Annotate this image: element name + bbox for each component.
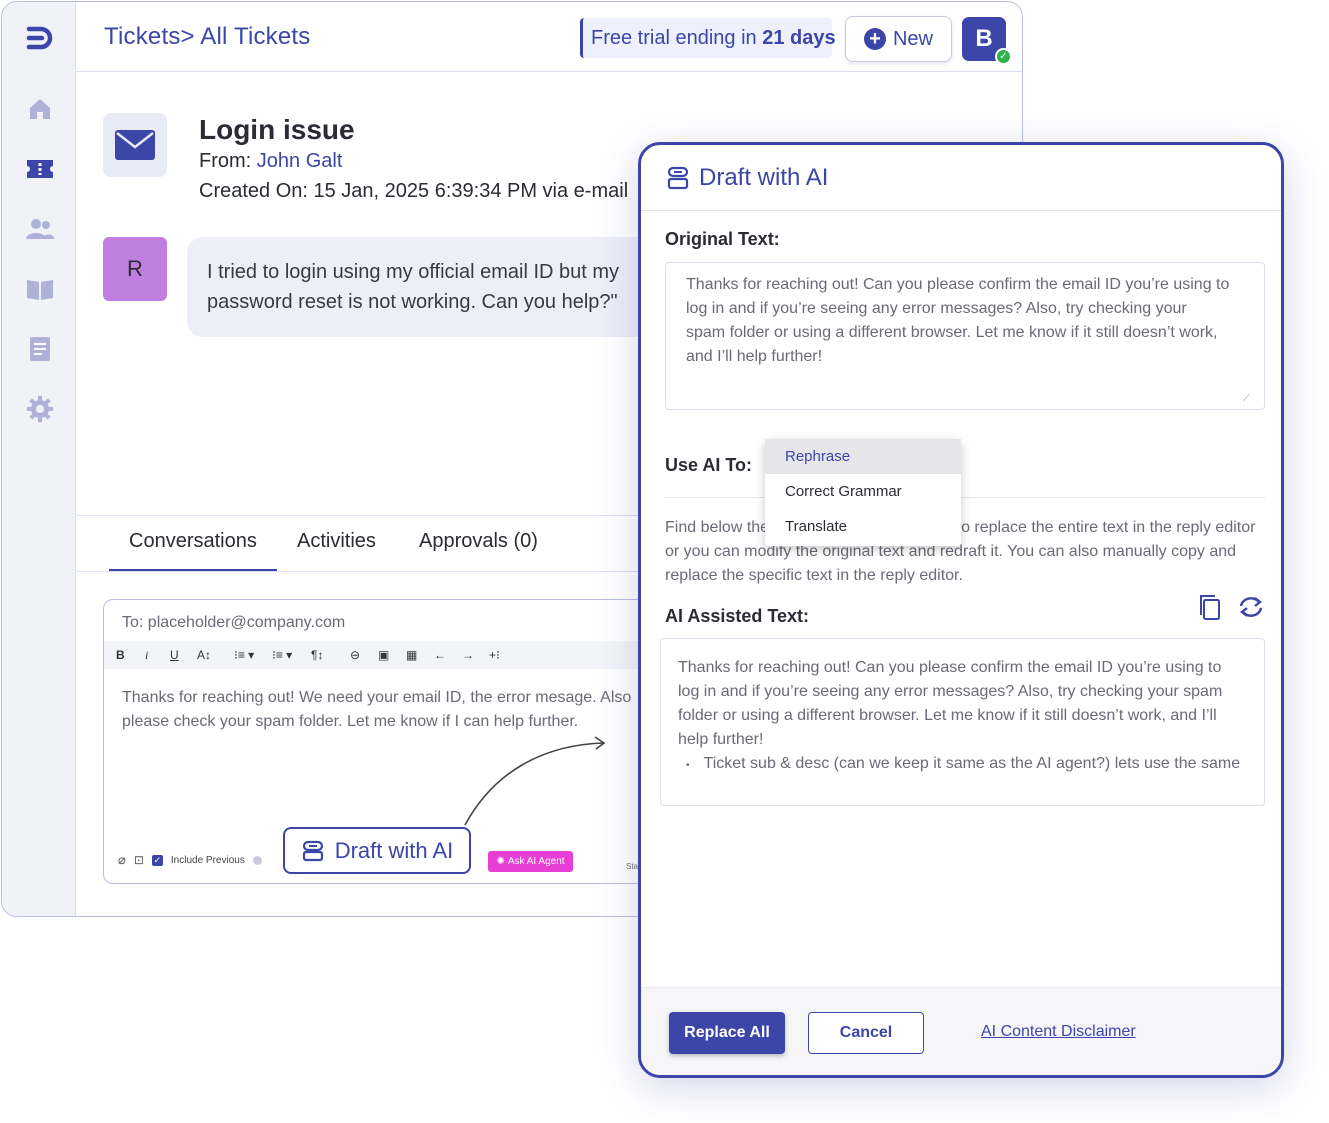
panel-header: Draft with AI (641, 145, 1281, 211)
document-icon[interactable] (25, 334, 55, 364)
original-text-area[interactable]: Thanks for reaching out! Can you please … (665, 262, 1265, 410)
tab-approvals[interactable]: Approvals (0) (419, 530, 538, 553)
info-icon (252, 855, 262, 865)
assisted-bullet-text: Ticket sub & desc (can we keep it same a… (703, 755, 1241, 772)
tab-activities[interactable]: Activities (297, 530, 376, 553)
draft-ai-panel: Draft with AI Original Text: Thanks for … (638, 142, 1284, 1078)
new-button[interactable]: + New (845, 16, 952, 62)
trial-days: 21 days (762, 27, 836, 49)
cancel-button[interactable]: Cancel (808, 1012, 924, 1054)
use-ai-label: Use AI To: (665, 455, 753, 475)
italic-icon[interactable]: i (145, 648, 148, 663)
panel-title: Draft with AI (699, 164, 829, 191)
tab-conversations[interactable]: Conversations (129, 530, 257, 553)
trial-text: Free trial ending in (591, 27, 763, 49)
ask-ai-agent-button[interactable]: ✺ Ask AI Agent (488, 851, 573, 872)
underline-icon[interactable]: U (170, 648, 179, 662)
hint-rest: or you can modify the original text and … (665, 543, 1237, 584)
pointer-arrow-icon (464, 736, 606, 826)
ticket-title: Login issue (199, 114, 355, 145)
assisted-text: Thanks for reaching out! Can you please … (678, 659, 1223, 748)
table-icon[interactable]: ▦ (406, 648, 417, 662)
robot-icon (302, 840, 323, 861)
replace-all-button[interactable]: Replace All (669, 1012, 785, 1054)
option-correct-grammar[interactable]: Correct Grammar (765, 474, 961, 509)
hint-mid: o replace the entire text in the reply e… (961, 519, 1256, 536)
include-previous-checkbox[interactable]: ✓ (151, 854, 163, 866)
bullet-icon: • (686, 760, 690, 771)
top-header: Tickets> All Tickets Free trial ending i… (76, 2, 1022, 72)
sparkle-icon: ✺ (496, 856, 505, 867)
resize-handle-icon[interactable]: ⟋ (1243, 393, 1249, 404)
book-icon[interactable] (25, 274, 55, 304)
panel-footer: Replace All Cancel AI Content Disclaimer (641, 987, 1281, 1075)
ticket-from: From: John Galt (199, 150, 342, 173)
image-icon[interactable]: ▣ (378, 648, 389, 662)
home-icon[interactable] (25, 94, 55, 124)
email-channel-icon (103, 113, 167, 177)
copy-icon[interactable] (1197, 593, 1223, 621)
message-bubble: I tried to login using my official email… (187, 237, 667, 337)
canned-response-icon[interactable]: ⊡ (134, 853, 144, 867)
editor-toolbar: B i U A↕ ⁝≡ ▾ ⁝≡ ▾ ¶↕ ⊖ ▣ ▦ ← → +⁝ (104, 641, 702, 669)
numbered-list-icon[interactable]: ⁝≡ ▾ (234, 648, 254, 662)
font-size-icon[interactable]: A↕ (197, 648, 211, 662)
insert-icon[interactable]: +⁝ (489, 648, 500, 662)
ai-assisted-text-area[interactable]: Thanks for reaching out! Can you please … (660, 638, 1265, 806)
undo-icon[interactable]: ← (434, 648, 446, 662)
attachment-icon[interactable]: ⌀ (118, 852, 126, 868)
link-icon[interactable]: ⊖ (350, 648, 360, 662)
trial-banner[interactable]: Free trial ending in 21 days (580, 18, 836, 58)
include-previous-label: Include Previous (170, 854, 245, 866)
assisted-bullet: • Ticket sub & desc (can we keep it same … (678, 752, 1244, 778)
online-status-icon: ✓ (995, 48, 1012, 65)
new-button-label: New (892, 27, 933, 50)
redo-icon[interactable]: → (462, 648, 474, 662)
option-translate[interactable]: Translate (765, 509, 961, 544)
divider (665, 497, 1265, 498)
plus-icon: + (863, 28, 886, 50)
breadcrumb[interactable]: Tickets> All Tickets (104, 23, 311, 51)
recipient-field[interactable]: To: placeholder@company.com (122, 614, 345, 632)
ai-assisted-text-label: AI Assisted Text: (665, 606, 810, 626)
editor-footer: ⌀ ⊡ ✓ Include Previous (118, 852, 262, 868)
requester-name-link[interactable]: John Galt (257, 150, 343, 172)
users-icon[interactable] (25, 214, 55, 244)
ask-ai-agent-label: Ask AI Agent (507, 856, 565, 867)
requester-avatar: R (103, 237, 167, 301)
status-label: Sta (626, 862, 639, 871)
ai-content-disclaimer-link[interactable]: AI Content Disclaimer (981, 1023, 1136, 1041)
draft-with-ai-label: Draft with AI (334, 837, 454, 863)
reply-body[interactable]: Thanks for reaching out! We need your em… (122, 686, 632, 734)
option-rephrase[interactable]: Rephrase (765, 439, 961, 474)
ticket-created-date: Created On: 15 Jan, 2025 6:39:34 PM via … (199, 180, 629, 202)
sidebar (2, 2, 76, 916)
ai-action-dropdown: Rephrase Correct Grammar Translate (765, 439, 961, 546)
draft-with-ai-button[interactable]: Draft with AI (283, 827, 471, 874)
original-text-label: Original Text: (665, 229, 780, 249)
settings-icon[interactable] (25, 394, 55, 424)
ticket-icon[interactable] (25, 154, 55, 184)
brand-logo-icon[interactable] (24, 22, 56, 54)
hint-start: Find below the (665, 519, 770, 536)
bold-icon[interactable]: B (116, 648, 125, 662)
bullet-list-icon[interactable]: ⁝≡ ▾ (272, 648, 292, 662)
from-label: From: (199, 150, 257, 172)
active-tab-indicator (109, 569, 277, 571)
instruction-text: Find below the o replace the entire text … (665, 516, 1269, 588)
robot-icon (667, 166, 689, 190)
paragraph-icon[interactable]: ¶↕ (311, 648, 323, 662)
regenerate-icon[interactable] (1237, 595, 1265, 619)
